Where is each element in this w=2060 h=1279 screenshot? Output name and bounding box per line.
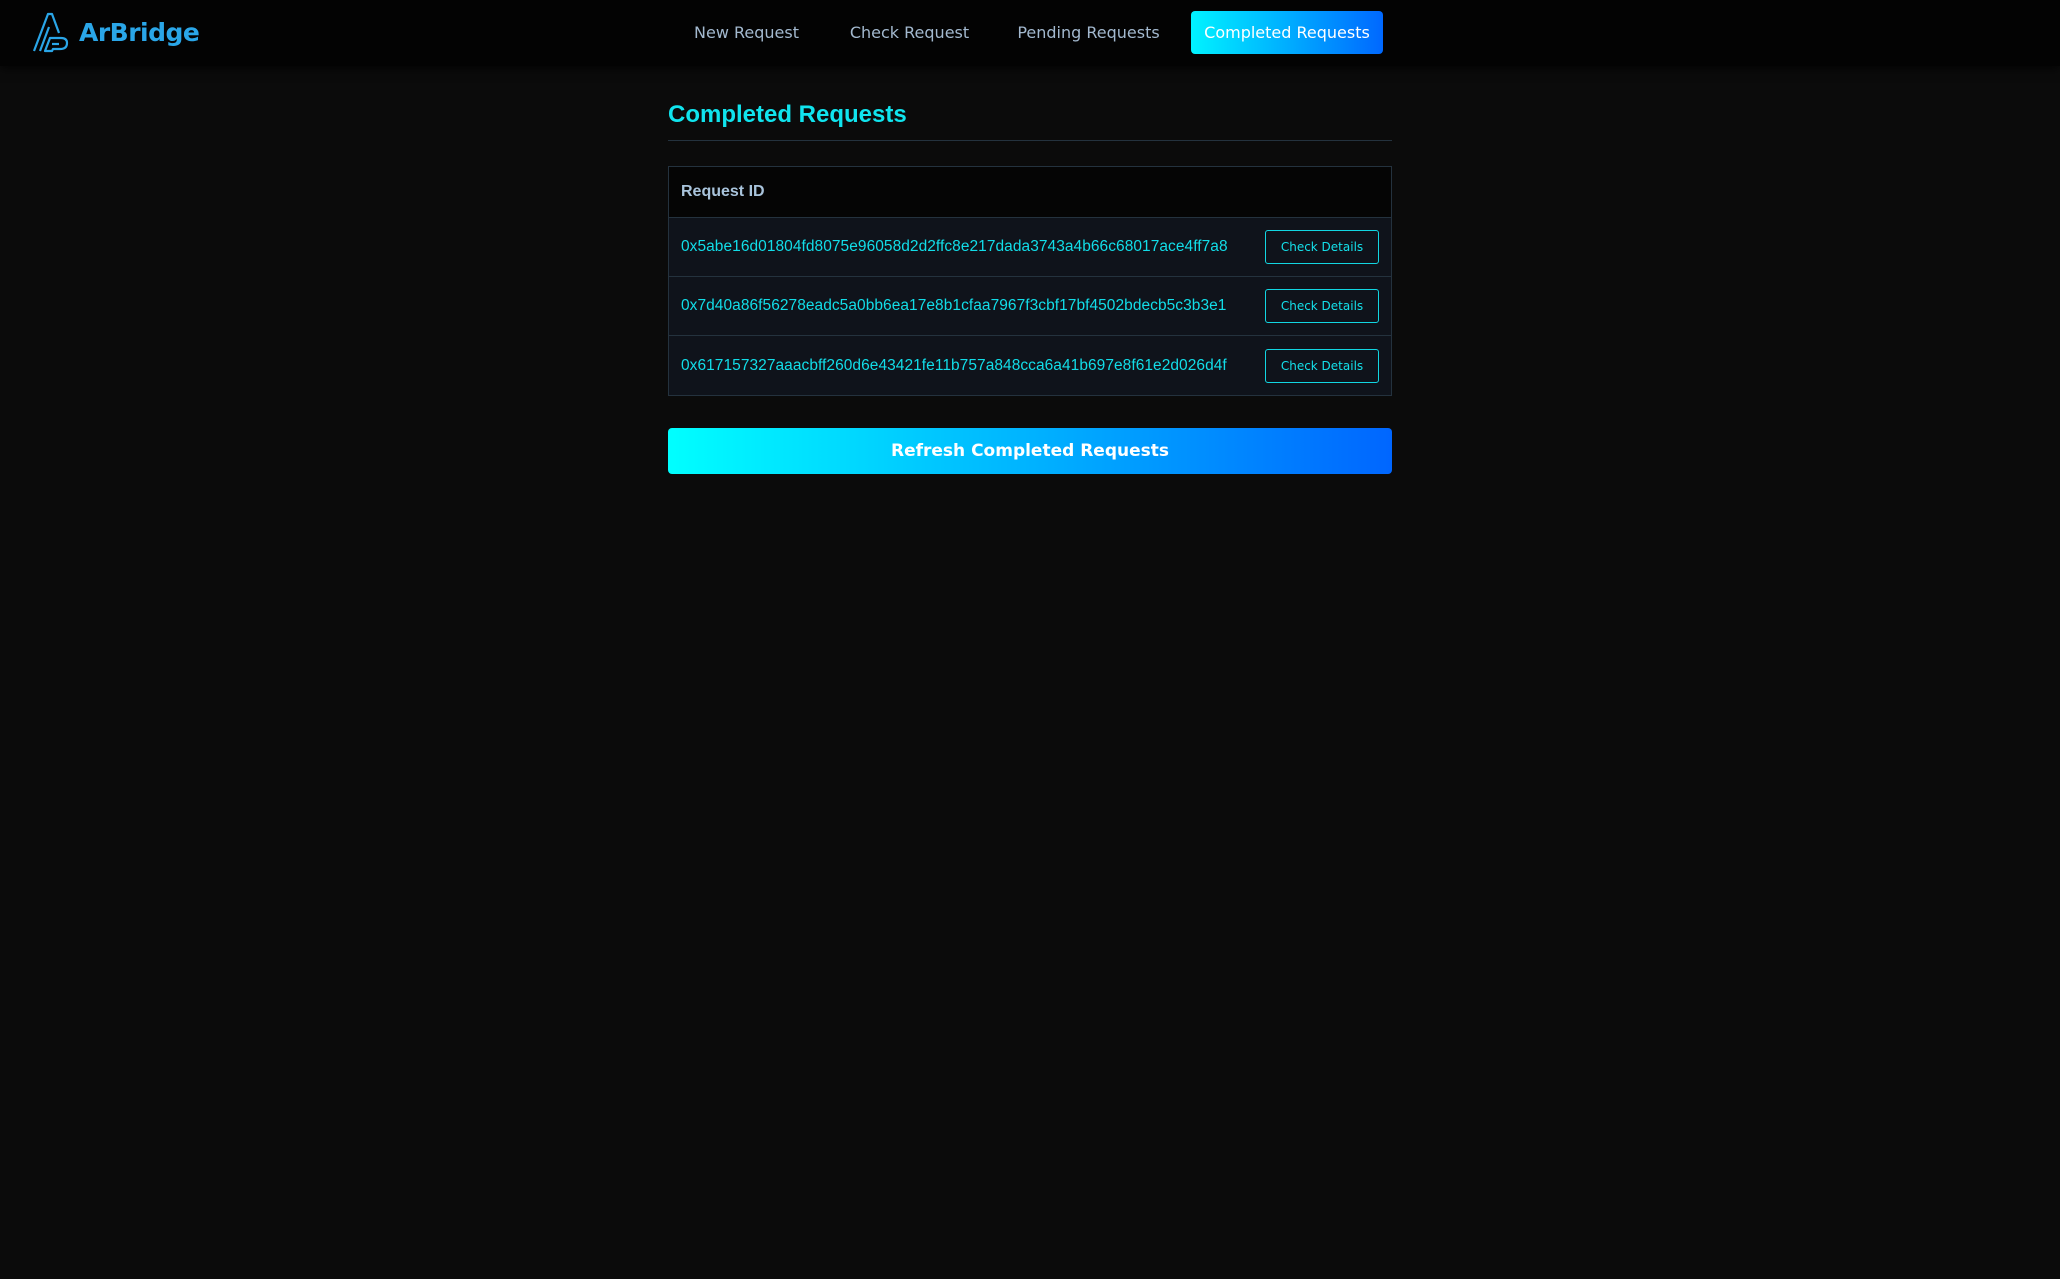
nav-pending-requests[interactable]: Pending Requests — [1006, 11, 1171, 54]
request-id: 0x7d40a86f56278eadc5a0bb6ea17e8b1cfaa796… — [681, 297, 1227, 314]
request-id: 0x617157327aaacbff260d6e43421fe11b757a84… — [681, 356, 1227, 374]
nav-check-request[interactable]: Check Request — [838, 11, 981, 54]
table-header: Request ID — [669, 167, 1391, 218]
refresh-completed-requests-button[interactable]: Refresh Completed Requests — [668, 428, 1392, 474]
main-content: Completed Requests Request ID 0x5abe16d0… — [668, 98, 1392, 474]
request-id: 0x5abe16d01804fd8075e96058d2d2ffc8e217da… — [681, 238, 1228, 255]
column-header-request-id: Request ID — [681, 183, 765, 200]
main-nav: New Request Check Request Pending Reques… — [0, 11, 2060, 54]
check-details-button[interactable]: Check Details — [1265, 348, 1379, 383]
nav-completed-requests[interactable]: Completed Requests — [1191, 11, 1383, 54]
table-row: 0x617157327aaacbff260d6e43421fe11b757a84… — [669, 336, 1391, 395]
top-header: ArBridge New Request Check Request Pendi… — [0, 0, 2060, 66]
page-title: Completed Requests — [668, 101, 907, 128]
table-row: 0x5abe16d01804fd8075e96058d2d2ffc8e217da… — [669, 218, 1391, 277]
title-divider — [668, 140, 1392, 141]
nav-new-request[interactable]: New Request — [681, 11, 812, 54]
table-row: 0x7d40a86f56278eadc5a0bb6ea17e8b1cfaa796… — [669, 277, 1391, 336]
check-details-button[interactable]: Check Details — [1265, 230, 1379, 264]
completed-requests-table: Request ID 0x5abe16d01804fd8075e96058d2d… — [668, 166, 1392, 396]
check-details-button[interactable]: Check Details — [1265, 289, 1379, 323]
